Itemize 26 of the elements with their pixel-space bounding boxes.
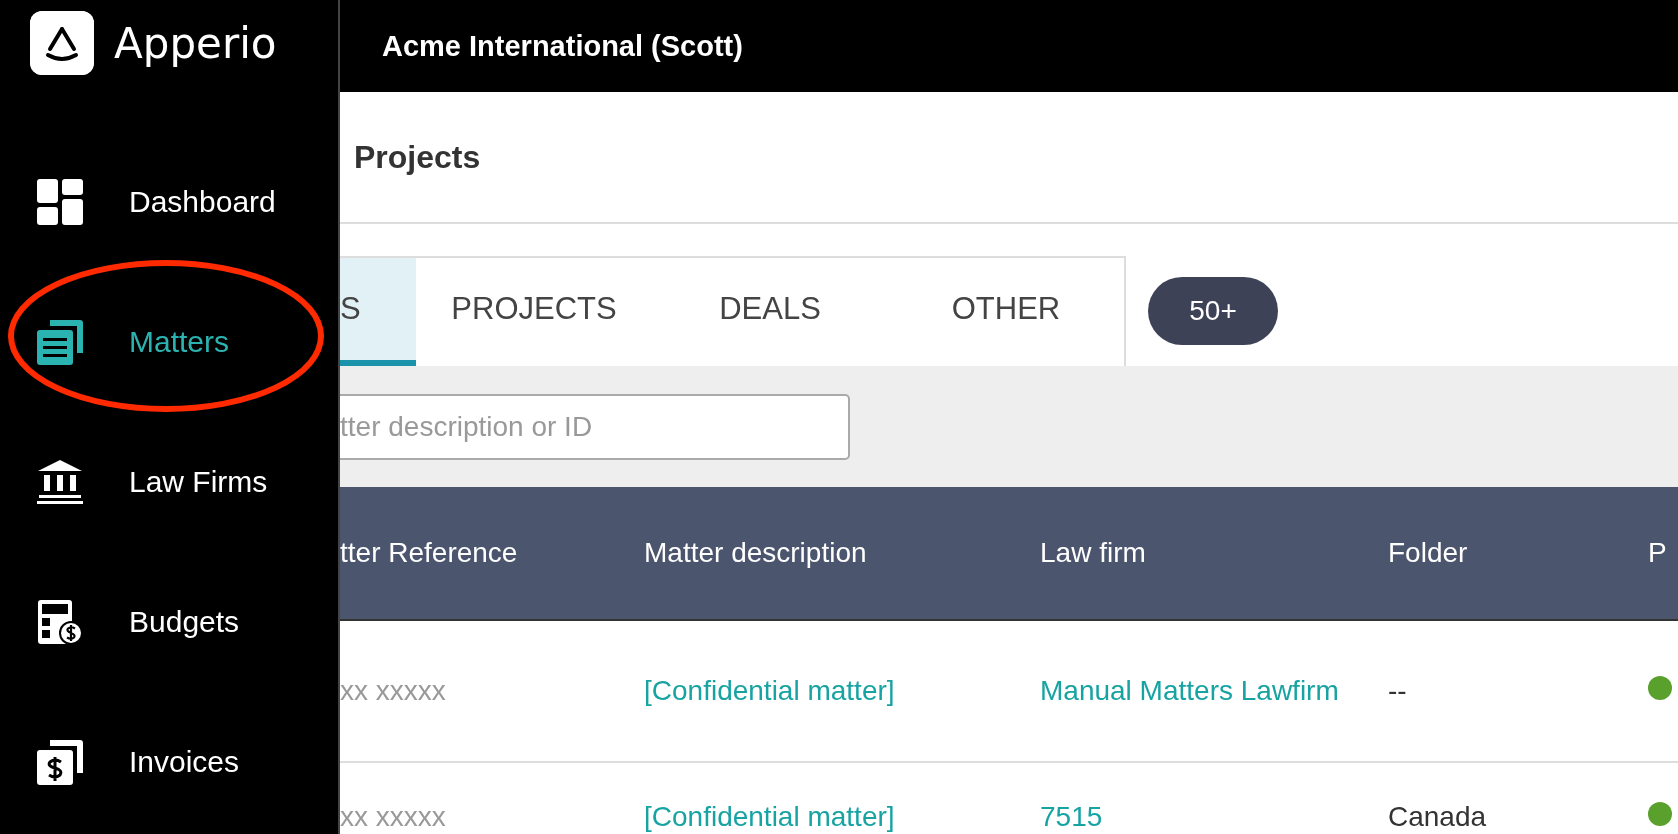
- brand-name: Apperio: [114, 18, 277, 68]
- reference-cell: xx xxxxx: [340, 675, 446, 706]
- sidebar-item[interactable]: Matters: [129, 325, 230, 359]
- column-header[interactable]: Law firm: [1040, 537, 1146, 568]
- tab[interactable]: S: [340, 258, 416, 366]
- logo-icon: [30, 11, 94, 75]
- invoice-icon: [36, 738, 84, 786]
- column-header[interactable]: P: [1648, 537, 1667, 568]
- reference-cell: xx xxxxx: [340, 801, 446, 832]
- folder-cell: --: [1388, 675, 1407, 706]
- account-name: Acme International (Scott): [382, 29, 743, 63]
- sidebar-item[interactable]: Law Firms: [129, 465, 268, 499]
- sidebar-item[interactable]: Budgets: [129, 605, 240, 639]
- column-header[interactable]: tter Reference: [340, 537, 518, 568]
- sidebar-item[interactable]: Invoices: [129, 745, 240, 779]
- documents-icon: [36, 318, 84, 366]
- column-header[interactable]: Matter description: [644, 537, 867, 568]
- count-badge: 50+: [1148, 277, 1278, 345]
- folder-cell: Canada: [1388, 801, 1487, 832]
- sidebar-item[interactable]: Dashboard: [129, 185, 276, 219]
- page-title: Projects: [353, 138, 481, 176]
- dashboard-icon: [36, 178, 84, 226]
- calculator-icon: [36, 598, 84, 646]
- bank-icon: [36, 458, 84, 506]
- column-header[interactable]: Folder: [1388, 537, 1468, 568]
- search-field[interactable]: tter description or ID: [340, 393, 850, 460]
